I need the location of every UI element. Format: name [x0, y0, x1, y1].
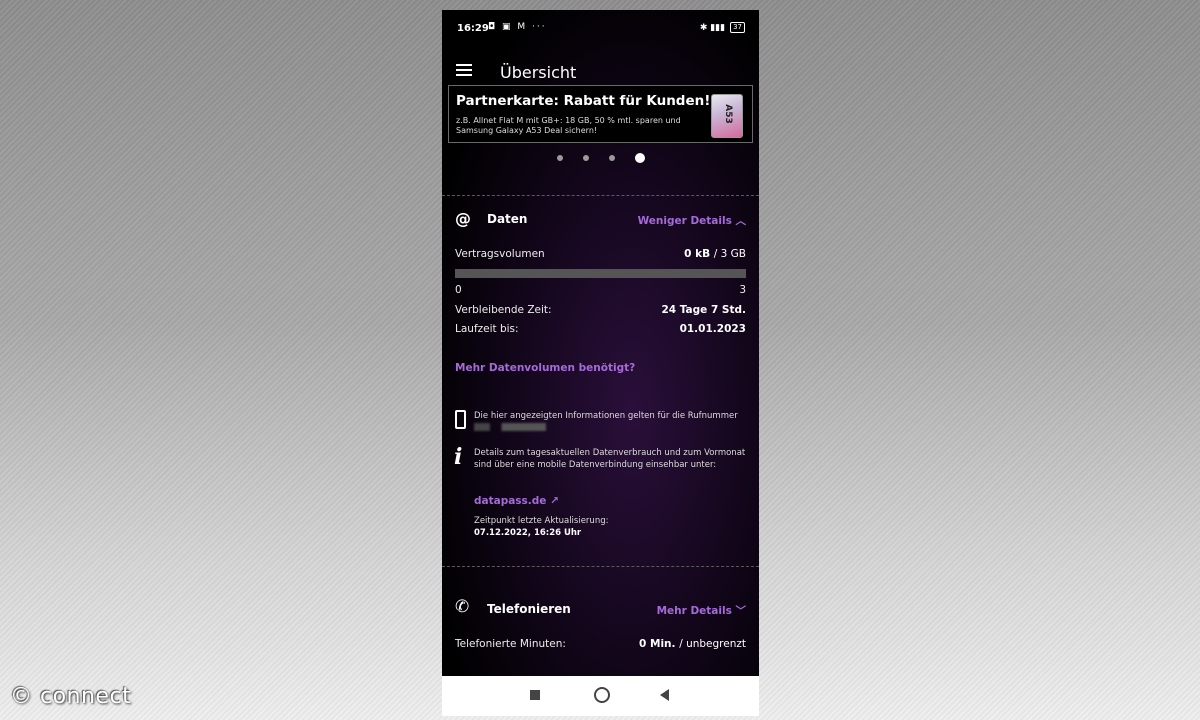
toggle-label: Mehr Details — [656, 605, 732, 617]
recent-apps-button[interactable] — [530, 690, 540, 700]
chevron-up-icon: ︿ — [731, 215, 746, 227]
bluetooth-signal-icon: ✱ ▮▮▮ — [699, 22, 726, 33]
update-label: Zeitpunkt letzte Aktualisierung: — [474, 516, 609, 526]
minutes-used: 0 Min. — [639, 638, 676, 650]
datapass-link[interactable]: datapass.de ↗ — [474, 495, 559, 507]
app-top-bar: Übersicht — [442, 46, 759, 90]
toggle-label: Weniger Details — [637, 215, 732, 227]
remaining-time-value: 24 Tage 7 Std. — [661, 304, 746, 316]
promo-banner[interactable]: Partnerkarte: Rabatt für Kunden! z.B. Al… — [448, 85, 753, 143]
carousel-dot[interactable] — [556, 155, 563, 161]
status-bar: 16:29 ◘ ▣ M ··· ✱ ▮▮▮ 37 — [442, 10, 759, 46]
blurred-phone-number — [474, 423, 546, 431]
progress-scale-min: 0 — [455, 284, 462, 296]
data-progress-bar — [455, 269, 746, 278]
system-icons: ✱ ▮▮▮ 37 — [700, 22, 745, 33]
home-button[interactable] — [594, 687, 610, 703]
section-divider — [442, 195, 759, 196]
connect-watermark: © connect — [10, 684, 132, 709]
volume-label: Vertragsvolumen — [455, 248, 545, 260]
mehr-details-toggle[interactable]: Mehr Details ﹀ — [657, 603, 746, 618]
info-details-text: Details zum tagesaktuellen Datenverbrauc… — [474, 448, 746, 470]
phone-frame: 16:29 ◘ ▣ M ··· ✱ ▮▮▮ 37 Übersicht Partn… — [442, 10, 759, 716]
weniger-details-toggle[interactable]: Weniger Details ︿ — [638, 213, 746, 228]
notification-icons: ◘ ▣ M ··· — [488, 22, 547, 32]
external-link-icon: ↗ — [550, 495, 559, 507]
carousel-dot[interactable] — [608, 155, 615, 161]
battery-icon: 37 — [730, 22, 745, 33]
phone-icon: ✆ — [455, 597, 470, 617]
more-data-volume-link[interactable]: Mehr Datenvolumen benötigt? — [455, 362, 635, 374]
carousel-indicator — [442, 153, 759, 163]
app-screen: 16:29 ◘ ▣ M ··· ✱ ▮▮▮ 37 Übersicht Partn… — [442, 10, 759, 676]
volume-used: 0 kB — [684, 248, 711, 260]
volume-total: / 3 GB — [713, 248, 746, 260]
runtime-label: Laufzeit bis: — [455, 323, 519, 335]
datapass-link-label: datapass.de — [474, 495, 547, 507]
banner-title: Partnerkarte: Rabatt für Kunden! — [456, 93, 711, 109]
carousel-dot[interactable] — [582, 155, 589, 161]
section-divider — [442, 566, 759, 567]
back-button[interactable] — [660, 689, 669, 701]
carousel-dot-active[interactable] — [634, 153, 645, 163]
runtime-value: 01.01.2023 — [679, 323, 746, 335]
minutes-limit: / unbegrenzt — [679, 638, 746, 650]
remaining-time-label: Verbleibende Zeit: — [455, 304, 552, 316]
info-number-text: Die hier angezeigten Informationen gelte… — [474, 411, 738, 421]
telefonieren-section-title: Telefonieren — [487, 602, 571, 616]
chevron-down-icon: ﹀ — [731, 605, 746, 617]
smartphone-image — [711, 94, 743, 138]
update-value: 07.12.2022, 16:26 Uhr — [474, 528, 582, 538]
minutes-value: 0 Min. / unbegrenzt — [639, 638, 746, 650]
hamburger-menu-icon[interactable] — [456, 64, 472, 76]
at-icon: @ — [455, 209, 471, 228]
progress-scale-max: 3 — [739, 284, 746, 296]
info-icon: i — [454, 444, 463, 470]
smartphone-icon — [455, 410, 466, 429]
banner-text: z.B. Allnet Flat M mit GB+: 18 GB, 50 % … — [456, 116, 681, 135]
volume-value: 0 kB / 3 GB — [684, 248, 746, 260]
daten-section-title: Daten — [487, 212, 528, 226]
status-time: 16:29 — [457, 23, 489, 34]
page-title: Übersicht — [500, 63, 577, 82]
android-nav-bar — [442, 676, 759, 716]
minutes-label: Telefonierte Minuten: — [455, 638, 566, 650]
